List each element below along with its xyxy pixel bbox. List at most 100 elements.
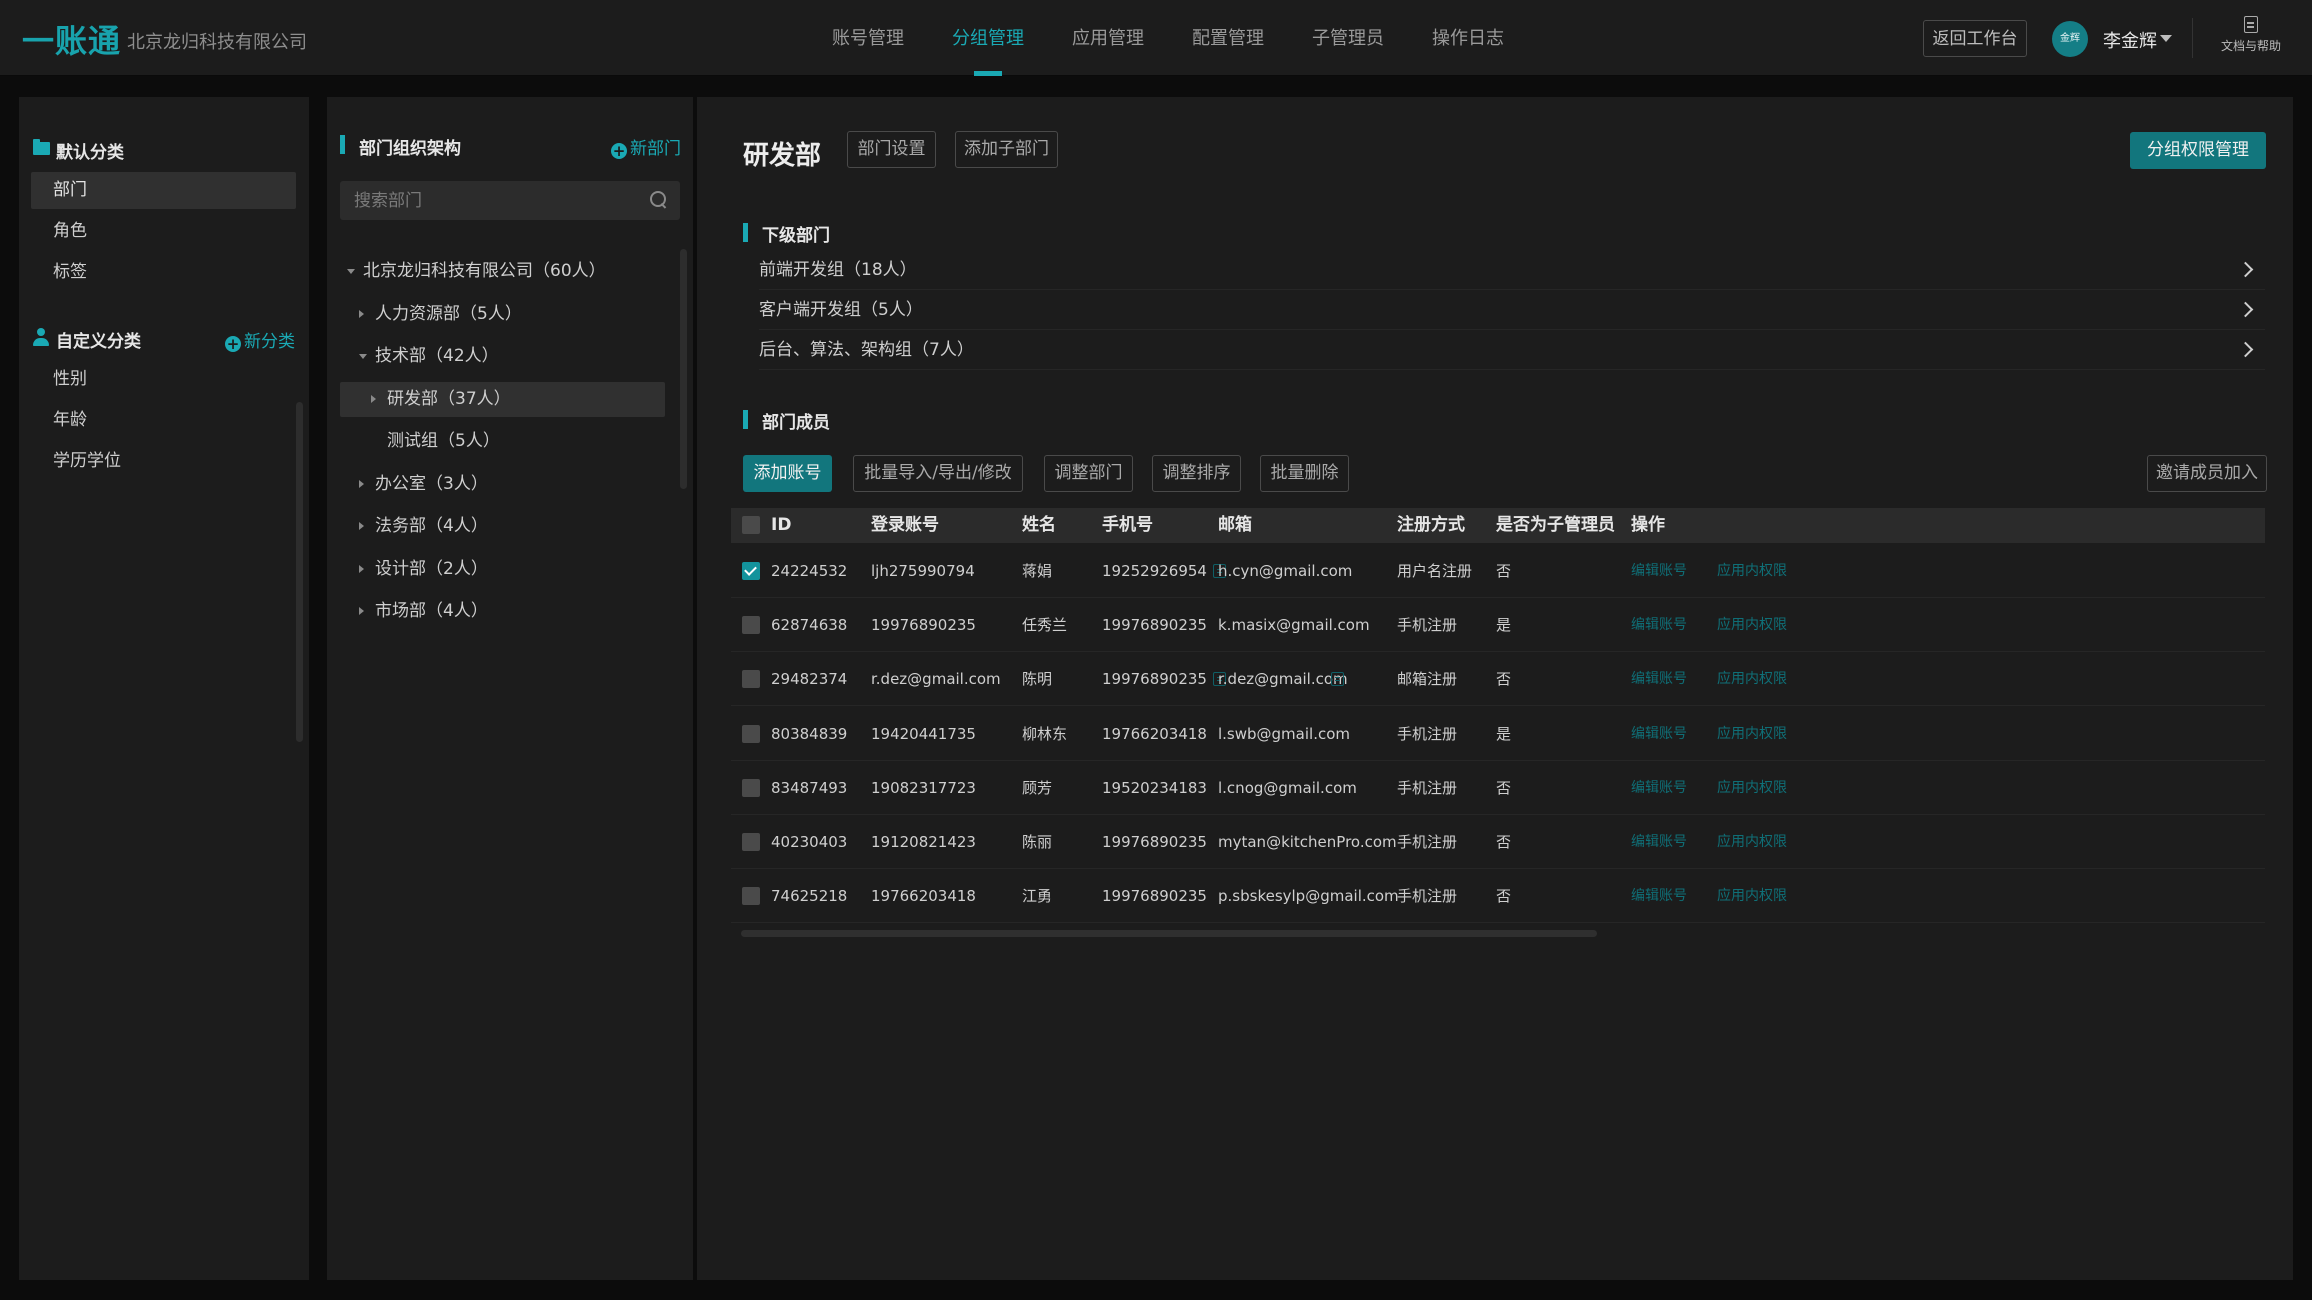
row-checkbox[interactable] [742, 724, 760, 743]
app-permission-link[interactable]: 应用内权限 [1717, 707, 1787, 761]
cell-text: 74625218 [771, 887, 848, 906]
table-row[interactable]: 29482374 r.dez@gmail.com 陈明 19976890235 r.de… [731, 652, 2265, 707]
invite-member-button[interactable]: 邀请成员加入 [2147, 455, 2267, 492]
table-row[interactable]: 40230403 19120821423 陈丽 19976890235 mytan@ki… [731, 815, 2265, 869]
tree-node[interactable]: 法务部（4人） [327, 509, 667, 544]
nav-tab[interactable]: 配置管理 [1170, 0, 1286, 76]
return-workbench-button[interactable]: 返回工作台 [1923, 20, 2027, 57]
adjust-department-button[interactable]: 调整部门 [1044, 455, 1133, 492]
cell-text: 19766203418 [871, 887, 976, 906]
department-settings-button[interactable]: 部门设置 [847, 131, 936, 168]
cell-text: r.dez@gmail.com [1218, 670, 1348, 689]
app-permission-link[interactable]: 应用内权限 [1717, 598, 1787, 652]
sidebar-item-age[interactable]: 年龄 [31, 402, 296, 439]
tree-node[interactable]: 市场部（4人） [327, 594, 667, 629]
caret-right-icon[interactable] [371, 394, 376, 403]
sub-department-row[interactable]: 后台、算法、架构组（7人） [759, 330, 2265, 370]
tree-node[interactable]: 设计部（2人） [327, 552, 667, 587]
tree-scrollbar[interactable] [680, 249, 687, 489]
tree-node[interactable]: 北京龙归科技有限公司（60人） [327, 254, 667, 289]
bulk-import-export-button[interactable]: 批量导入/导出/修改 [853, 455, 1023, 492]
row-checkbox[interactable] [742, 887, 760, 906]
row-checkbox[interactable] [742, 833, 760, 851]
app-permission-link[interactable]: 应用内权限 [1717, 761, 1787, 815]
tree-node[interactable]: 测试组（5人） [327, 424, 667, 459]
chevron-down-icon[interactable] [2160, 35, 2172, 42]
adjust-order-button[interactable]: 调整排序 [1152, 455, 1241, 492]
row-checkbox[interactable] [742, 562, 760, 580]
username[interactable]: 李金辉 [2103, 27, 2157, 53]
sidebar-item-education[interactable]: 学历学位 [31, 443, 296, 480]
edit-account-link[interactable]: 编辑账号 [1631, 652, 1687, 706]
new-category-button[interactable]: + 新分类 [225, 327, 295, 352]
cell-reg: 手机注册 [1397, 869, 1457, 923]
caret-right-icon[interactable] [359, 479, 364, 488]
app-permission-link[interactable]: 应用内权限 [1717, 815, 1787, 869]
sub-department-row[interactable]: 客户端开发组（5人） [759, 290, 2265, 330]
tree-node[interactable]: 人力资源部（5人） [327, 297, 667, 332]
sidebar-item-department[interactable]: 部门 [31, 172, 296, 209]
edit-account-link[interactable]: 编辑账号 [1631, 761, 1687, 815]
sub-department-label: 后台、算法、架构组（7人） [759, 340, 974, 360]
chevron-right-icon[interactable] [2237, 261, 2254, 278]
department-search-input[interactable] [340, 181, 680, 220]
group-permission-button[interactable]: 分组权限管理 [2130, 132, 2266, 169]
chevron-right-icon[interactable] [2237, 301, 2254, 318]
sidebar-item-gender[interactable]: 性别 [31, 361, 296, 398]
sub-department-row[interactable]: 前端开发组（18人） [759, 250, 2265, 290]
tree-node[interactable]: 技术部（42人） [327, 339, 667, 374]
top-bar: 一账通 北京龙归科技有限公司 账号管理 分组管理 应用管理 配置管理 子管理员 操作日志 … [0, 0, 2312, 76]
sidebar-item-role[interactable]: 角色 [31, 213, 296, 250]
app-logo[interactable]: 一账通 [22, 16, 121, 60]
table-row[interactable]: 74625218 19766203418 江勇 19976890235 p.sbskes… [731, 869, 2265, 924]
caret-right-icon[interactable] [359, 607, 364, 615]
caret-down-icon[interactable] [347, 269, 355, 274]
table-horizontal-scrollbar[interactable] [741, 930, 1597, 937]
select-all-checkbox[interactable] [742, 516, 760, 534]
caret-right-icon[interactable] [359, 309, 364, 318]
custom-category-header: 自定义分类 + 新分类 [19, 326, 309, 354]
add-child-department-button[interactable]: 添加子部门 [955, 131, 1058, 168]
app-permission-link[interactable]: 应用内权限 [1717, 544, 1787, 598]
tree-node-selected[interactable]: 研发部（37人） [340, 381, 665, 417]
caret-down-icon[interactable] [359, 354, 367, 359]
table-row[interactable]: 62874638 19976890235 任秀兰 19976890235 k.masix… [731, 598, 2265, 653]
nav-tab[interactable]: 子管理员 [1290, 0, 1406, 76]
card-icon[interactable] [1331, 672, 1344, 687]
chevron-right-icon[interactable] [2237, 341, 2254, 358]
row-checkbox[interactable] [742, 778, 760, 797]
tree-node[interactable]: 办公室（3人） [327, 467, 667, 502]
row-checkbox[interactable] [742, 670, 760, 689]
sidebar-item-tag[interactable]: 标签 [31, 254, 296, 291]
caret-right-icon[interactable] [359, 564, 364, 573]
table-row[interactable]: 83487493 19082317723 顾芳 19520234183 l.cnog@g… [731, 761, 2265, 815]
row-checkbox[interactable] [742, 616, 760, 635]
table-row[interactable]: 80384839 19420441735 柳林东 19766203418 l.swb@g… [731, 707, 2265, 761]
app-permission-link[interactable]: 应用内权限 [1717, 652, 1787, 706]
tree-node-label: 研发部（37人） [387, 388, 511, 409]
cell-reg: 手机注册 [1397, 707, 1457, 761]
new-department-button[interactable]: + 新部门 [611, 134, 681, 159]
nav-tab[interactable]: 应用管理 [1050, 0, 1166, 76]
docs-help-link[interactable]: 文档与帮助 [2216, 16, 2286, 54]
cell-text: 24224532 [771, 562, 848, 580]
edit-account-link[interactable]: 编辑账号 [1631, 598, 1687, 652]
nav-tab[interactable]: 分组管理 [930, 0, 1046, 76]
tree-node-label: 人力资源部（5人） [375, 303, 522, 324]
members-title: 部门成员 [762, 413, 830, 433]
edit-account-link[interactable]: 编辑账号 [1631, 707, 1687, 761]
table-row[interactable]: 24224532 ljh275990794 蒋娟 19252926954 h.cyn@g… [731, 544, 2265, 598]
avatar[interactable]: 金辉 [2052, 21, 2088, 57]
edit-account-link[interactable]: 编辑账号 [1631, 869, 1687, 923]
search-icon[interactable] [650, 191, 667, 208]
app-permission-link[interactable]: 应用内权限 [1717, 869, 1787, 923]
nav-tab[interactable]: 账号管理 [810, 0, 926, 76]
edit-account-link[interactable]: 编辑账号 [1631, 815, 1687, 869]
sidebar-scrollbar[interactable] [296, 402, 303, 742]
plus-circle-icon: + [225, 335, 241, 353]
bulk-delete-button[interactable]: 批量删除 [1260, 455, 1349, 492]
caret-right-icon[interactable] [359, 522, 364, 530]
nav-tab[interactable]: 操作日志 [1410, 0, 1526, 76]
edit-account-link[interactable]: 编辑账号 [1631, 544, 1687, 598]
add-account-button[interactable]: 添加账号 [743, 455, 832, 492]
